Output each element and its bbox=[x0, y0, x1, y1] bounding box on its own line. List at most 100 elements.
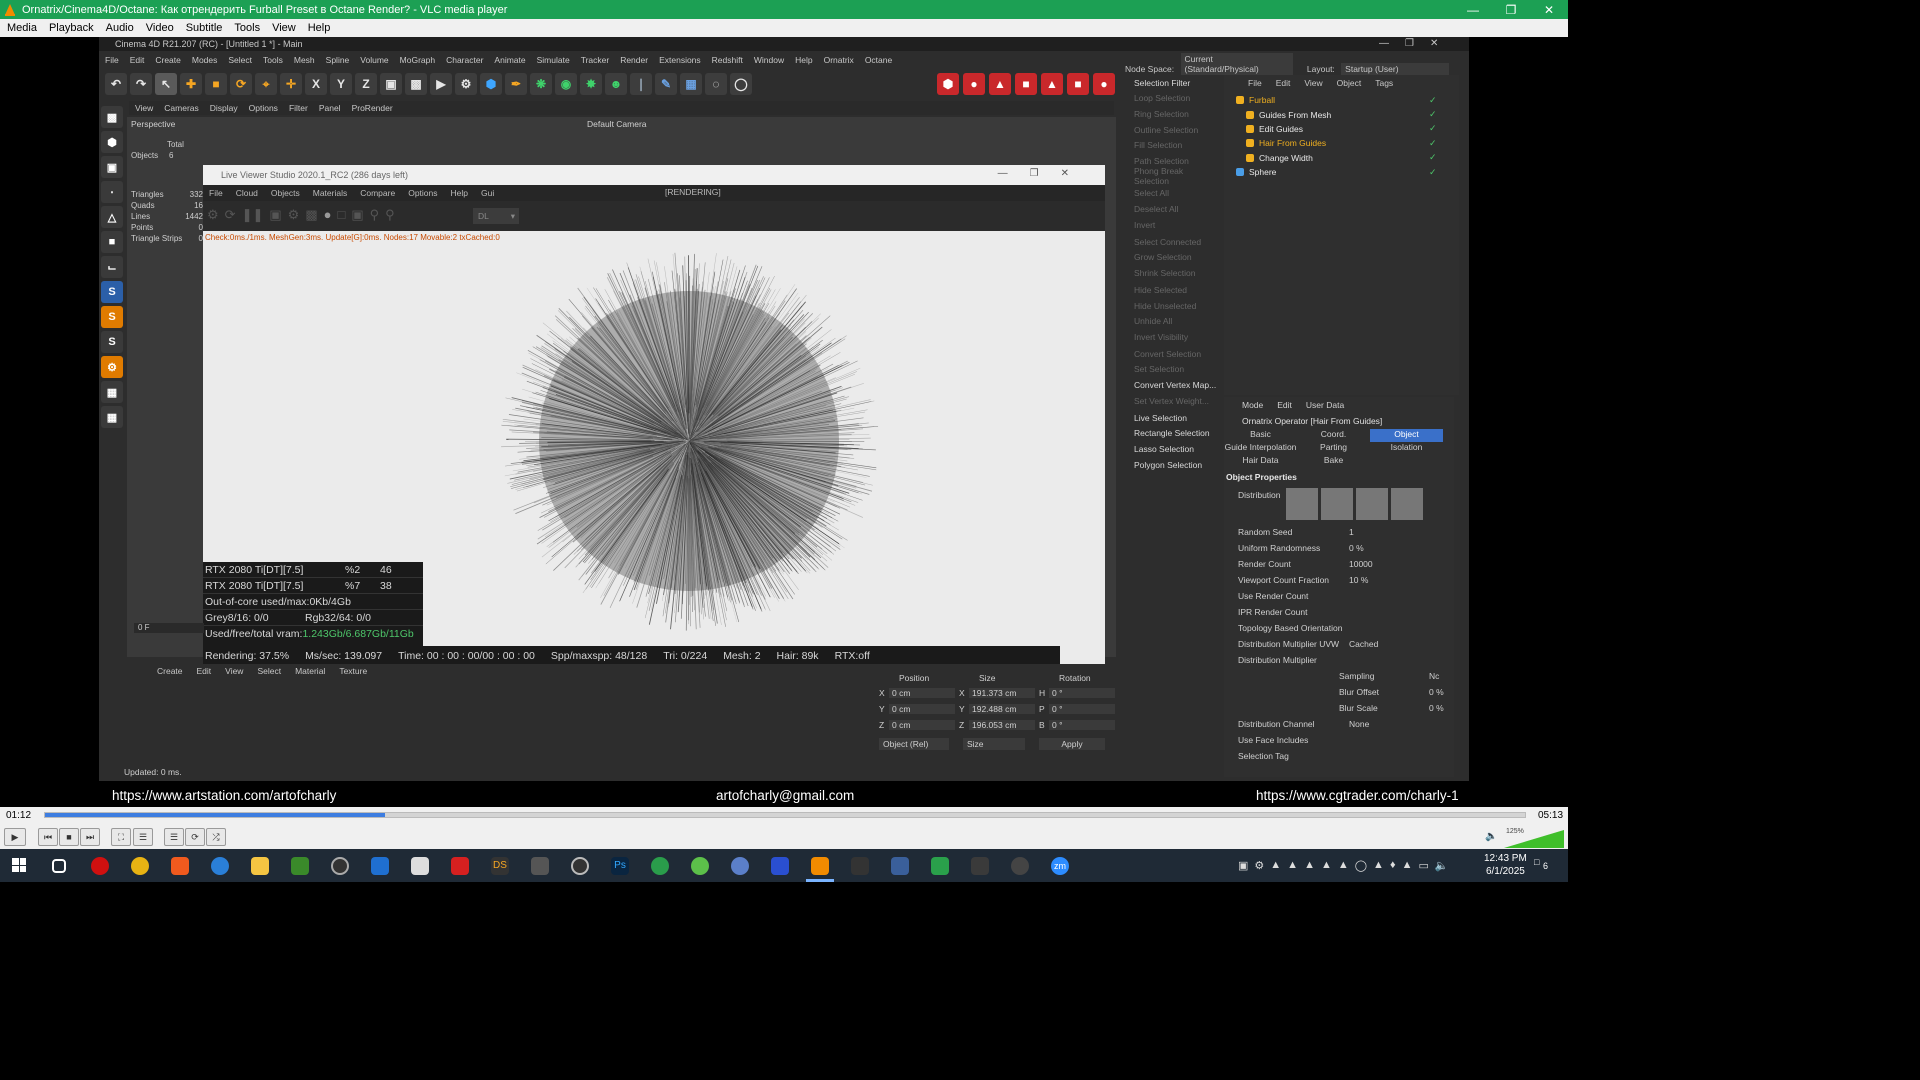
tab-basic[interactable]: Basic bbox=[1224, 429, 1297, 442]
lock-icon[interactable]: ▩ bbox=[305, 207, 317, 223]
cube-icon[interactable]: ⬢ bbox=[480, 73, 502, 95]
rotate-icon[interactable]: ⟳ bbox=[230, 73, 252, 95]
c4d-menu-octane[interactable]: Octane bbox=[865, 55, 892, 65]
tray-icon-1[interactable]: ▣ bbox=[1238, 859, 1248, 872]
c4d-menu-mograph[interactable]: MoGraph bbox=[400, 55, 435, 65]
y-axis-icon[interactable]: Y bbox=[330, 73, 352, 95]
prop-value[interactable]: None bbox=[1349, 719, 1369, 729]
brave-icon[interactable] bbox=[171, 857, 189, 875]
octane-sky-icon[interactable]: ▲ bbox=[1041, 73, 1063, 95]
points-mode-icon[interactable]: ⋅ bbox=[101, 181, 123, 203]
minimize-button[interactable]: — bbox=[1454, 0, 1492, 19]
selection-set-selection[interactable]: Set Selection bbox=[1117, 362, 1217, 378]
lv-menu-materials[interactable]: Materials bbox=[313, 188, 347, 198]
tab-coord[interactable]: Coord. bbox=[1297, 429, 1370, 442]
photoshop-icon[interactable]: Ps bbox=[611, 857, 629, 875]
settings-icon[interactable]: ⚙ bbox=[207, 207, 219, 223]
menu-audio[interactable]: Audio bbox=[106, 22, 134, 34]
coord-field[interactable]: 0 ° bbox=[1049, 688, 1115, 698]
viewport-menu-display[interactable]: Display bbox=[210, 103, 238, 113]
c4d-menu-simulate[interactable]: Simulate bbox=[537, 55, 570, 65]
prop-random-seed[interactable]: Random Seed 1 bbox=[1224, 524, 1454, 540]
distribution-uniform-icon[interactable] bbox=[1286, 488, 1318, 520]
distribution-random-icon[interactable] bbox=[1356, 488, 1388, 520]
next-icon[interactable]: ⏭ bbox=[80, 828, 100, 846]
octane-render-icon[interactable]: ⬢ bbox=[937, 73, 959, 95]
region-icon[interactable]: ▣ bbox=[269, 207, 281, 223]
volume-icon[interactable]: 🔈 bbox=[1435, 859, 1449, 872]
selection-set-vertex-weight[interactable]: Set Vertex Weight... bbox=[1117, 393, 1217, 409]
tab-bake[interactable]: Bake bbox=[1297, 455, 1370, 468]
seek-bar[interactable] bbox=[44, 812, 1526, 818]
character-icon[interactable]: ☻ bbox=[605, 73, 627, 95]
tab-guide-interpolation[interactable]: Guide Interpolation bbox=[1224, 442, 1297, 455]
attr-menu-mode[interactable]: Mode bbox=[1242, 400, 1263, 410]
selection-ring-selection[interactable]: Ring Selection bbox=[1117, 106, 1217, 122]
model-mode-icon[interactable]: ▩ bbox=[101, 106, 123, 128]
selection-outline-selection[interactable]: Outline Selection bbox=[1117, 122, 1217, 138]
previous-icon[interactable]: ⏮ bbox=[38, 828, 58, 846]
c4d-menu-extensions[interactable]: Extensions bbox=[659, 55, 701, 65]
c4d-menu-select[interactable]: Select bbox=[228, 55, 252, 65]
edge-icon[interactable] bbox=[211, 857, 229, 875]
selection-select-connected[interactable]: Select Connected bbox=[1117, 234, 1217, 250]
light-icon[interactable]: ◯ bbox=[730, 73, 752, 95]
selection-deselect-all[interactable]: Deselect All bbox=[1117, 201, 1217, 217]
selection-convert-selection[interactable]: Convert Selection bbox=[1117, 346, 1217, 362]
selection-invert[interactable]: Invert bbox=[1117, 217, 1217, 233]
octane-camera-icon[interactable]: ■ bbox=[1015, 73, 1037, 95]
monitor-icon[interactable] bbox=[531, 857, 549, 875]
selection-convert-vertex-map[interactable]: Convert Vertex Map... bbox=[1117, 377, 1217, 393]
coord-field[interactable]: 0 ° bbox=[1049, 704, 1115, 714]
prop-selection-tag[interactable]: Selection Tag bbox=[1224, 748, 1454, 764]
prop-render-count[interactable]: Render Count 10000 bbox=[1224, 556, 1454, 572]
pause-icon[interactable]: ❚❚ bbox=[242, 207, 264, 223]
selection-lasso-selection[interactable]: Lasso Selection bbox=[1117, 441, 1217, 457]
qbittorrent-icon[interactable] bbox=[731, 857, 749, 875]
kernel-dropdown[interactable]: DL ▾ bbox=[473, 208, 519, 224]
material-menu-edit[interactable]: Edit bbox=[197, 666, 212, 676]
prop-distribution-multiplier-uvw[interactable]: Distribution Multiplier UVW Cached bbox=[1224, 636, 1454, 652]
joint-icon[interactable]: ❘ bbox=[630, 73, 652, 95]
selection-live-selection[interactable]: Live Selection bbox=[1117, 410, 1217, 426]
task-view-icon[interactable] bbox=[52, 859, 66, 873]
prop-ipr-render-count[interactable]: IPR Render Count bbox=[1224, 604, 1454, 620]
material-menu-create[interactable]: Create bbox=[157, 666, 183, 676]
prop-value[interactable]: 0 % bbox=[1349, 543, 1364, 553]
object-row[interactable]: Sphere ✓ bbox=[1224, 165, 1459, 179]
redo-icon[interactable]: ↷ bbox=[130, 73, 152, 95]
lv-menu-file[interactable]: File bbox=[209, 188, 223, 198]
coord-field[interactable]: 0 ° bbox=[1049, 720, 1115, 730]
c4d-menu-window[interactable]: Window bbox=[754, 55, 784, 65]
focus-icon[interactable]: ⚲ bbox=[385, 207, 395, 223]
prop-distribution-channel[interactable]: Distribution Channel None bbox=[1224, 716, 1454, 732]
material-menu-view[interactable]: View bbox=[225, 666, 243, 676]
snap-3d-icon[interactable]: S bbox=[101, 306, 123, 328]
fullscreen-icon[interactable]: ⛶ bbox=[111, 828, 131, 846]
frame-icon[interactable]: □ bbox=[337, 207, 345, 223]
c4d-menu-character[interactable]: Character bbox=[446, 55, 483, 65]
c4d-menu-animate[interactable]: Animate bbox=[494, 55, 525, 65]
visibility-check-icon[interactable]: ✓ bbox=[1429, 167, 1437, 178]
tab-parting[interactable]: Parting bbox=[1297, 442, 1370, 455]
coord-mode-dropdown[interactable]: Object (Rel) bbox=[879, 738, 949, 750]
render-settings-icon[interactable]: ⚙ bbox=[455, 73, 477, 95]
transform-icon[interactable]: ⌖ bbox=[255, 73, 277, 95]
acrobat-icon[interactable] bbox=[451, 857, 469, 875]
app-icon[interactable] bbox=[371, 857, 389, 875]
globe-icon[interactable] bbox=[651, 857, 669, 875]
selection-hide-unselected[interactable]: Hide Unselected bbox=[1117, 298, 1217, 314]
c4d-menu-tracker[interactable]: Tracker bbox=[581, 55, 610, 65]
tray-icon-4[interactable]: ▲ bbox=[1287, 859, 1298, 872]
selection-hide-selected[interactable]: Hide Selected bbox=[1117, 282, 1217, 298]
objects-menu-object[interactable]: Object bbox=[1337, 78, 1362, 88]
tab-hair-data[interactable]: Hair Data bbox=[1224, 455, 1297, 468]
visibility-check-icon[interactable]: ✓ bbox=[1429, 123, 1437, 134]
distribution-vertex-icon[interactable] bbox=[1391, 488, 1423, 520]
environment-icon[interactable]: ✎ bbox=[655, 73, 677, 95]
edges-mode-icon[interactable]: △ bbox=[101, 206, 123, 228]
arc-icon[interactable] bbox=[771, 857, 789, 875]
c4d-menu-ornatrix[interactable]: Ornatrix bbox=[824, 55, 854, 65]
prop-value[interactable]: 0 % bbox=[1429, 703, 1444, 713]
objects-menu-tags[interactable]: Tags bbox=[1375, 78, 1393, 88]
